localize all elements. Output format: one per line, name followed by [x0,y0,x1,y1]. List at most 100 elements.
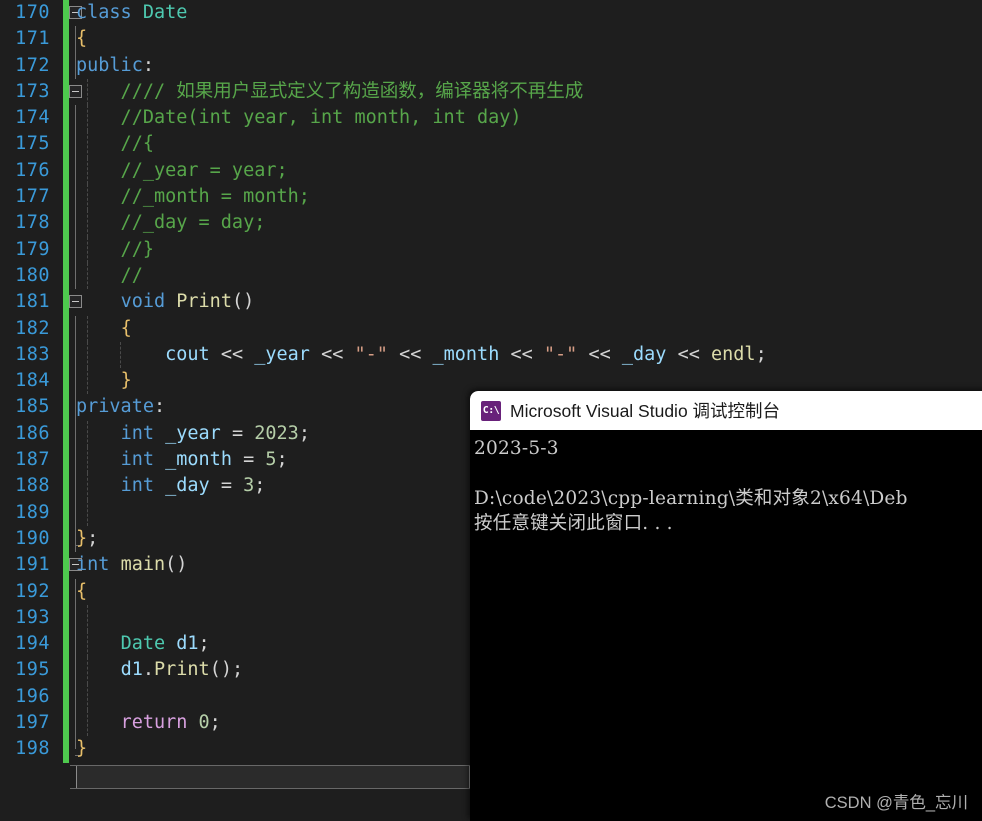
horizontal-scrollbar-thumb[interactable] [76,765,470,788]
change-indicator-bar [63,657,69,684]
code-line-text: public: [76,54,154,76]
indent-guide [87,683,88,711]
change-indicator-bar [63,710,69,737]
code-line[interactable]: 180 // [0,262,982,290]
change-indicator-bar [63,394,69,421]
line-number: 178 [15,212,50,234]
line-number: 180 [15,264,50,286]
code-line[interactable]: 170 class Date [0,0,982,27]
code-line[interactable]: 178 //_day = day; [0,210,982,237]
console-output-line: 按任意键关闭此窗口. . . [474,513,673,534]
line-number: 191 [15,554,50,576]
code-line-text: int main() [76,554,188,576]
code-line-text: //_year = year; [76,159,288,181]
line-number: 190 [15,527,50,549]
outlining-connector-line [75,683,76,711]
code-line-text: void Print() [120,291,255,313]
code-line[interactable]: 174 //Date(int year, int month, int day) [0,105,982,132]
change-indicator-bar [63,578,69,605]
change-indicator-bar [63,315,69,342]
line-number: 176 [15,159,50,181]
debug-console-window[interactable]: C:\ Microsoft Visual Studio 调试控制台 2023-5… [470,391,982,821]
change-indicator-bar [63,368,69,395]
line-number: 184 [15,370,50,392]
change-indicator-bar [63,341,69,369]
change-indicator-bar [63,262,69,290]
code-line-text: { [120,317,132,339]
outlining-connector-line [75,499,76,526]
line-number: 172 [15,54,50,76]
indent-guide [87,604,88,632]
line-number: 189 [15,501,50,523]
change-indicator-bar [63,26,69,53]
code-line[interactable]: 177 //_month = month; [0,184,982,211]
code-line-text: int _day = 3; [120,475,266,497]
change-indicator-bar [63,420,69,448]
console-output: 2023-5-3 D:\code\2023\cpp-learning\类和对象2\… [470,430,982,536]
change-indicator-bar [63,525,69,553]
line-number: 185 [15,396,50,418]
change-indicator-bar [63,157,69,185]
line-number: 188 [15,475,50,497]
change-indicator-bar [63,473,69,500]
console-output-line: 2023-5-3 [474,438,559,459]
line-number: 186 [15,422,50,444]
change-indicator-bar [63,131,69,158]
change-indicator-bar [63,604,69,632]
change-indicator-bar [63,210,69,237]
code-line-text: //{ [76,133,154,155]
watermark: CSDN @青色_忘川 [824,794,968,812]
code-line[interactable]: 176 //_year = year; [0,157,982,185]
change-indicator-bar [63,631,69,658]
code-line-text: d1.Print(); [120,659,244,681]
code-line[interactable]: 183 cout << _year << "-" << _month << "-… [0,341,982,369]
code-line-text: return 0; [120,712,221,734]
line-number: 187 [15,449,50,471]
code-line-text: //} [76,238,154,260]
code-line[interactable]: 173 //// 如果用户显式定义了构造函数，编译器将不再生成 [0,78,982,106]
change-indicator-bar [63,499,69,526]
console-output-line: D:\code\2023\cpp-learning\类和对象2\x64\Deb [474,488,908,509]
screenshot-root: 170 class Date 171{172 public: 173 //// 如果用户… [0,0,982,821]
line-number: 173 [15,80,50,102]
line-number: 182 [15,317,50,339]
code-line-text: //// 如果用户显式定义了构造函数，编译器将不再生成 [76,80,584,102]
code-line-text: // [76,264,143,286]
code-line-text: //_day = day; [76,212,266,234]
code-line[interactable]: 179 //} [0,236,982,263]
code-line-text: }; [76,527,99,549]
code-line-text: int _year = 2023; [120,422,310,444]
console-title-bar[interactable]: C:\ Microsoft Visual Studio 调试控制台 [470,391,982,430]
line-number: 194 [15,633,50,655]
line-number: 177 [15,186,50,208]
horizontal-scrollbar[interactable] [70,764,470,789]
code-line[interactable]: 175 //{ [0,131,982,158]
change-indicator-bar [63,736,69,763]
code-line-text: private: [76,396,166,418]
cmd-prompt-icon: C:\ [481,400,501,421]
code-line-text: { [76,28,88,50]
line-number: 192 [15,580,50,602]
code-line[interactable]: 181 void Print() [0,289,982,316]
code-line-text: //_month = month; [76,186,310,208]
code-line-text: { [76,580,88,602]
change-indicator-bar [63,184,69,211]
code-line[interactable]: 182 { [0,315,982,342]
line-number: 193 [15,606,50,628]
code-line[interactable]: 172 public: [0,52,982,79]
change-indicator-bar [63,52,69,79]
line-number: 174 [15,107,50,129]
line-number: 196 [15,685,50,707]
console-title-text: Microsoft Visual Studio 调试控制台 [510,401,781,421]
code-line-text: } [76,738,88,760]
outlining-connector-line [75,604,76,632]
code-line[interactable]: 171 { [0,26,982,53]
code-line-text: int _month = 5; [120,449,288,471]
line-number: 198 [15,738,50,760]
change-indicator-bar [63,683,69,711]
indent-guide [87,499,88,526]
line-number: 197 [15,712,50,734]
line-number: 171 [15,28,50,50]
line-number: 179 [15,238,50,260]
